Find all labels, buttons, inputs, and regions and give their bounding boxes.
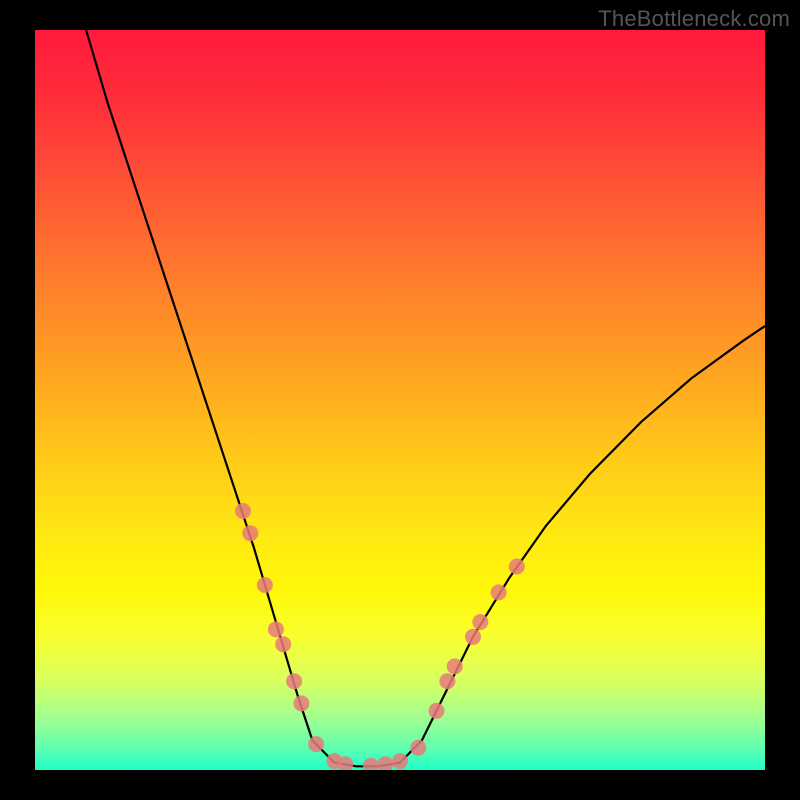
watermark-text: TheBottleneck.com (598, 6, 790, 32)
chart-container: { "watermark": { "text": "TheBottleneck.… (0, 0, 800, 800)
plot-gradient-background (35, 30, 765, 770)
